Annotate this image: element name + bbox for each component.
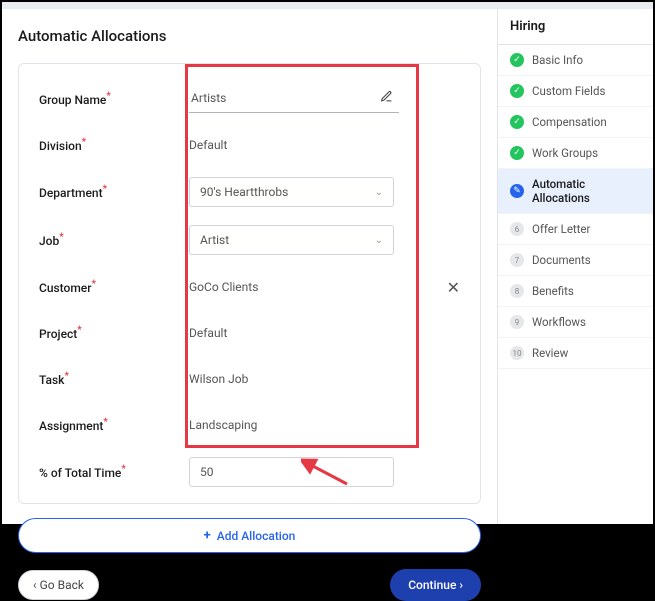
group-name-input[interactable]: Artists (189, 84, 399, 113)
edit-icon[interactable] (380, 90, 393, 106)
percent-input[interactable]: 50 (189, 457, 394, 487)
label-task: Task* (39, 371, 189, 387)
task-value[interactable]: Wilson Job (189, 372, 460, 386)
sidebar-header: Hiring (498, 9, 653, 45)
step-number-icon: 7 (510, 253, 524, 267)
assignment-value[interactable]: Landscaping (189, 418, 460, 432)
step-label: Offer Letter (532, 222, 590, 236)
close-icon[interactable]: ✕ (447, 278, 460, 297)
top-toolbar (2, 2, 653, 9)
label-job: Job* (39, 232, 189, 248)
step-label: Basic Info (532, 53, 583, 67)
step-number-icon: 6 (510, 222, 524, 236)
label-customer: Customer* (39, 279, 189, 295)
chevron-down-icon: ⌄ (375, 187, 383, 198)
step-label: Compensation (532, 115, 607, 129)
sidebar-step-0[interactable]: ✓ Basic Info (498, 45, 653, 76)
chevron-down-icon: ⌄ (375, 235, 383, 246)
label-project: Project* (39, 325, 189, 341)
check-icon: ✓ (510, 53, 524, 67)
plus-icon: + (204, 528, 211, 543)
continue-button[interactable]: Continue › (390, 569, 481, 601)
sidebar-step-6[interactable]: 7 Documents (498, 245, 653, 276)
step-number-icon: 10 (510, 346, 524, 360)
label-department: Department* (39, 184, 189, 200)
department-select[interactable]: 90's Heartthrobs ⌄ (189, 177, 394, 207)
sidebar-step-5[interactable]: 6 Offer Letter (498, 214, 653, 245)
sidebar-step-3[interactable]: ✓ Work Groups (498, 138, 653, 169)
label-division: Division* (39, 137, 189, 153)
step-label: Custom Fields (532, 84, 605, 98)
hiring-sidebar: Hiring ✓ Basic Info ✓ Custom Fields ✓ Compens… (497, 9, 653, 524)
step-label: Review (532, 346, 568, 360)
step-label: Workflows (532, 315, 586, 329)
step-label: Benefits (532, 284, 574, 298)
step-number-icon: 8 (510, 284, 524, 298)
project-value[interactable]: Default (189, 326, 460, 340)
label-assignment: Assignment* (39, 417, 189, 433)
main-content: Automatic Allocations Group Name* Artist… (2, 9, 497, 524)
sidebar-step-4[interactable]: ✎ Automatic Allocations (498, 169, 653, 214)
check-icon: ✓ (510, 84, 524, 98)
allocation-card: Group Name* Artists Division* Default (18, 63, 481, 504)
customer-value[interactable]: GoCo Clients (189, 280, 258, 294)
step-label: Documents (532, 253, 591, 267)
sidebar-step-1[interactable]: ✓ Custom Fields (498, 76, 653, 107)
sidebar-step-7[interactable]: 8 Benefits (498, 276, 653, 307)
edit-step-icon: ✎ (510, 184, 524, 198)
label-group-name: Group Name* (39, 91, 189, 107)
step-number-icon: 9 (510, 315, 524, 329)
sidebar-step-2[interactable]: ✓ Compensation (498, 107, 653, 138)
sidebar-step-9[interactable]: 10 Review (498, 338, 653, 369)
add-allocation-button[interactable]: + Add Allocation (18, 518, 481, 553)
check-icon: ✓ (510, 146, 524, 160)
division-value[interactable]: Default (189, 138, 460, 152)
label-percent: % of Total Time* (39, 464, 189, 480)
job-select[interactable]: Artist ⌄ (189, 225, 394, 255)
check-icon: ✓ (510, 115, 524, 129)
sidebar-step-8[interactable]: 9 Workflows (498, 307, 653, 338)
page-title: Automatic Allocations (18, 27, 481, 45)
go-back-button[interactable]: ‹ Go Back (18, 570, 99, 600)
step-label: Automatic Allocations (532, 177, 641, 205)
step-label: Work Groups (532, 146, 598, 160)
